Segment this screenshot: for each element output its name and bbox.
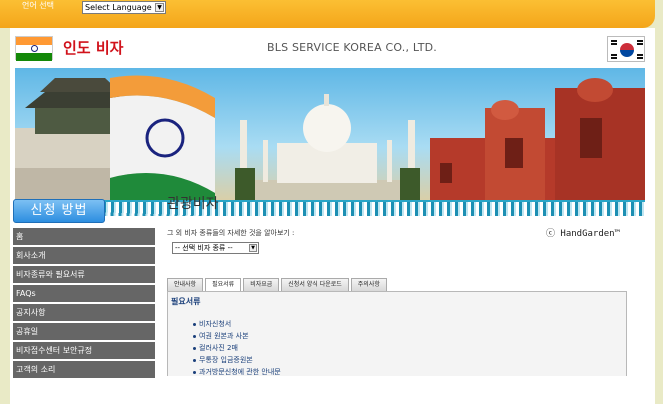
- info-tabs: 안내사항 필요서류 비자요금 신청서 양식 다운로드 주의사항: [167, 278, 389, 291]
- requirements-list: 비자신청서 여권 원본과 사본 컬러사진 2매 무통장 입금증원본 과거방문신청…: [193, 318, 281, 378]
- decorative-border: [15, 200, 645, 216]
- india-flag-icon: [15, 36, 53, 61]
- panel-title: 필요서류: [171, 297, 201, 306]
- tab-guide[interactable]: 안내사항: [167, 278, 204, 291]
- visa-type-select[interactable]: -- 선택 비자 종류 -- ▼: [172, 242, 259, 254]
- sidebar-item-home[interactable]: 홈: [13, 228, 155, 245]
- tab-required-documents[interactable]: 필요서류: [205, 278, 242, 291]
- sidebar-item-holidays[interactable]: 공휴일: [13, 323, 155, 340]
- sidebar-item-faqs[interactable]: FAQs: [13, 285, 155, 302]
- tab-precautions[interactable]: 주의사항: [350, 278, 387, 291]
- sidebar-item-feedback[interactable]: 고객의 소리: [13, 361, 155, 378]
- sidebar-item-visa-types[interactable]: 비자종류와 필요서류: [13, 266, 155, 283]
- how-to-apply-button[interactable]: 신청 방법: [13, 199, 105, 223]
- language-select-value: Select Language: [85, 3, 152, 12]
- list-item[interactable]: 여권 원본과 사본: [193, 330, 281, 342]
- list-item[interactable]: 과거방문신청에 관한 안내문: [193, 366, 281, 378]
- chevron-down-icon[interactable]: ▼: [155, 3, 164, 12]
- chevron-down-icon[interactable]: ▼: [249, 244, 257, 252]
- top-bar: 언어 선택 Select Language ▼: [0, 0, 655, 28]
- sidebar-item-notices[interactable]: 공지사항: [13, 304, 155, 321]
- language-select[interactable]: Select Language ▼: [82, 1, 166, 14]
- company-name: BLS SERVICE KOREA CO., LTD.: [267, 41, 437, 54]
- side-navigation: 홈 회사소개 비자종류와 필요서류 FAQs 공지사항 공휴일 비자접수센터 보…: [13, 228, 155, 380]
- list-item[interactable]: 컬러사진 2매: [193, 342, 281, 354]
- visa-type-hint: 그 외 비자 종류들의 자세한 것을 알아보기 :: [167, 229, 295, 237]
- page-title: 관광비자: [167, 196, 219, 212]
- tab-fees[interactable]: 비자요금: [243, 278, 280, 291]
- site-title[interactable]: 인도 비자: [63, 37, 123, 58]
- tab-panel: 필요서류 비자신청서 여권 원본과 사본 컬러사진 2매 무통장 입금증원본 과…: [167, 291, 627, 376]
- visa-type-select-value: -- 선택 비자 종류 --: [175, 244, 233, 252]
- language-label: 언어 선택: [22, 1, 54, 10]
- list-item[interactable]: 비자신청서: [193, 318, 281, 330]
- watermark: ⓒ HandGarden™: [546, 229, 621, 239]
- tab-form-download[interactable]: 신청서 양식 다운로드: [281, 278, 349, 291]
- korea-flag-icon[interactable]: [607, 36, 645, 62]
- sidebar-item-about[interactable]: 회사소개: [13, 247, 155, 264]
- sidebar-item-security[interactable]: 비자접수센터 보안규정: [13, 342, 155, 359]
- banner-image: [15, 68, 645, 200]
- list-item[interactable]: 무통장 입금증원본: [193, 354, 281, 366]
